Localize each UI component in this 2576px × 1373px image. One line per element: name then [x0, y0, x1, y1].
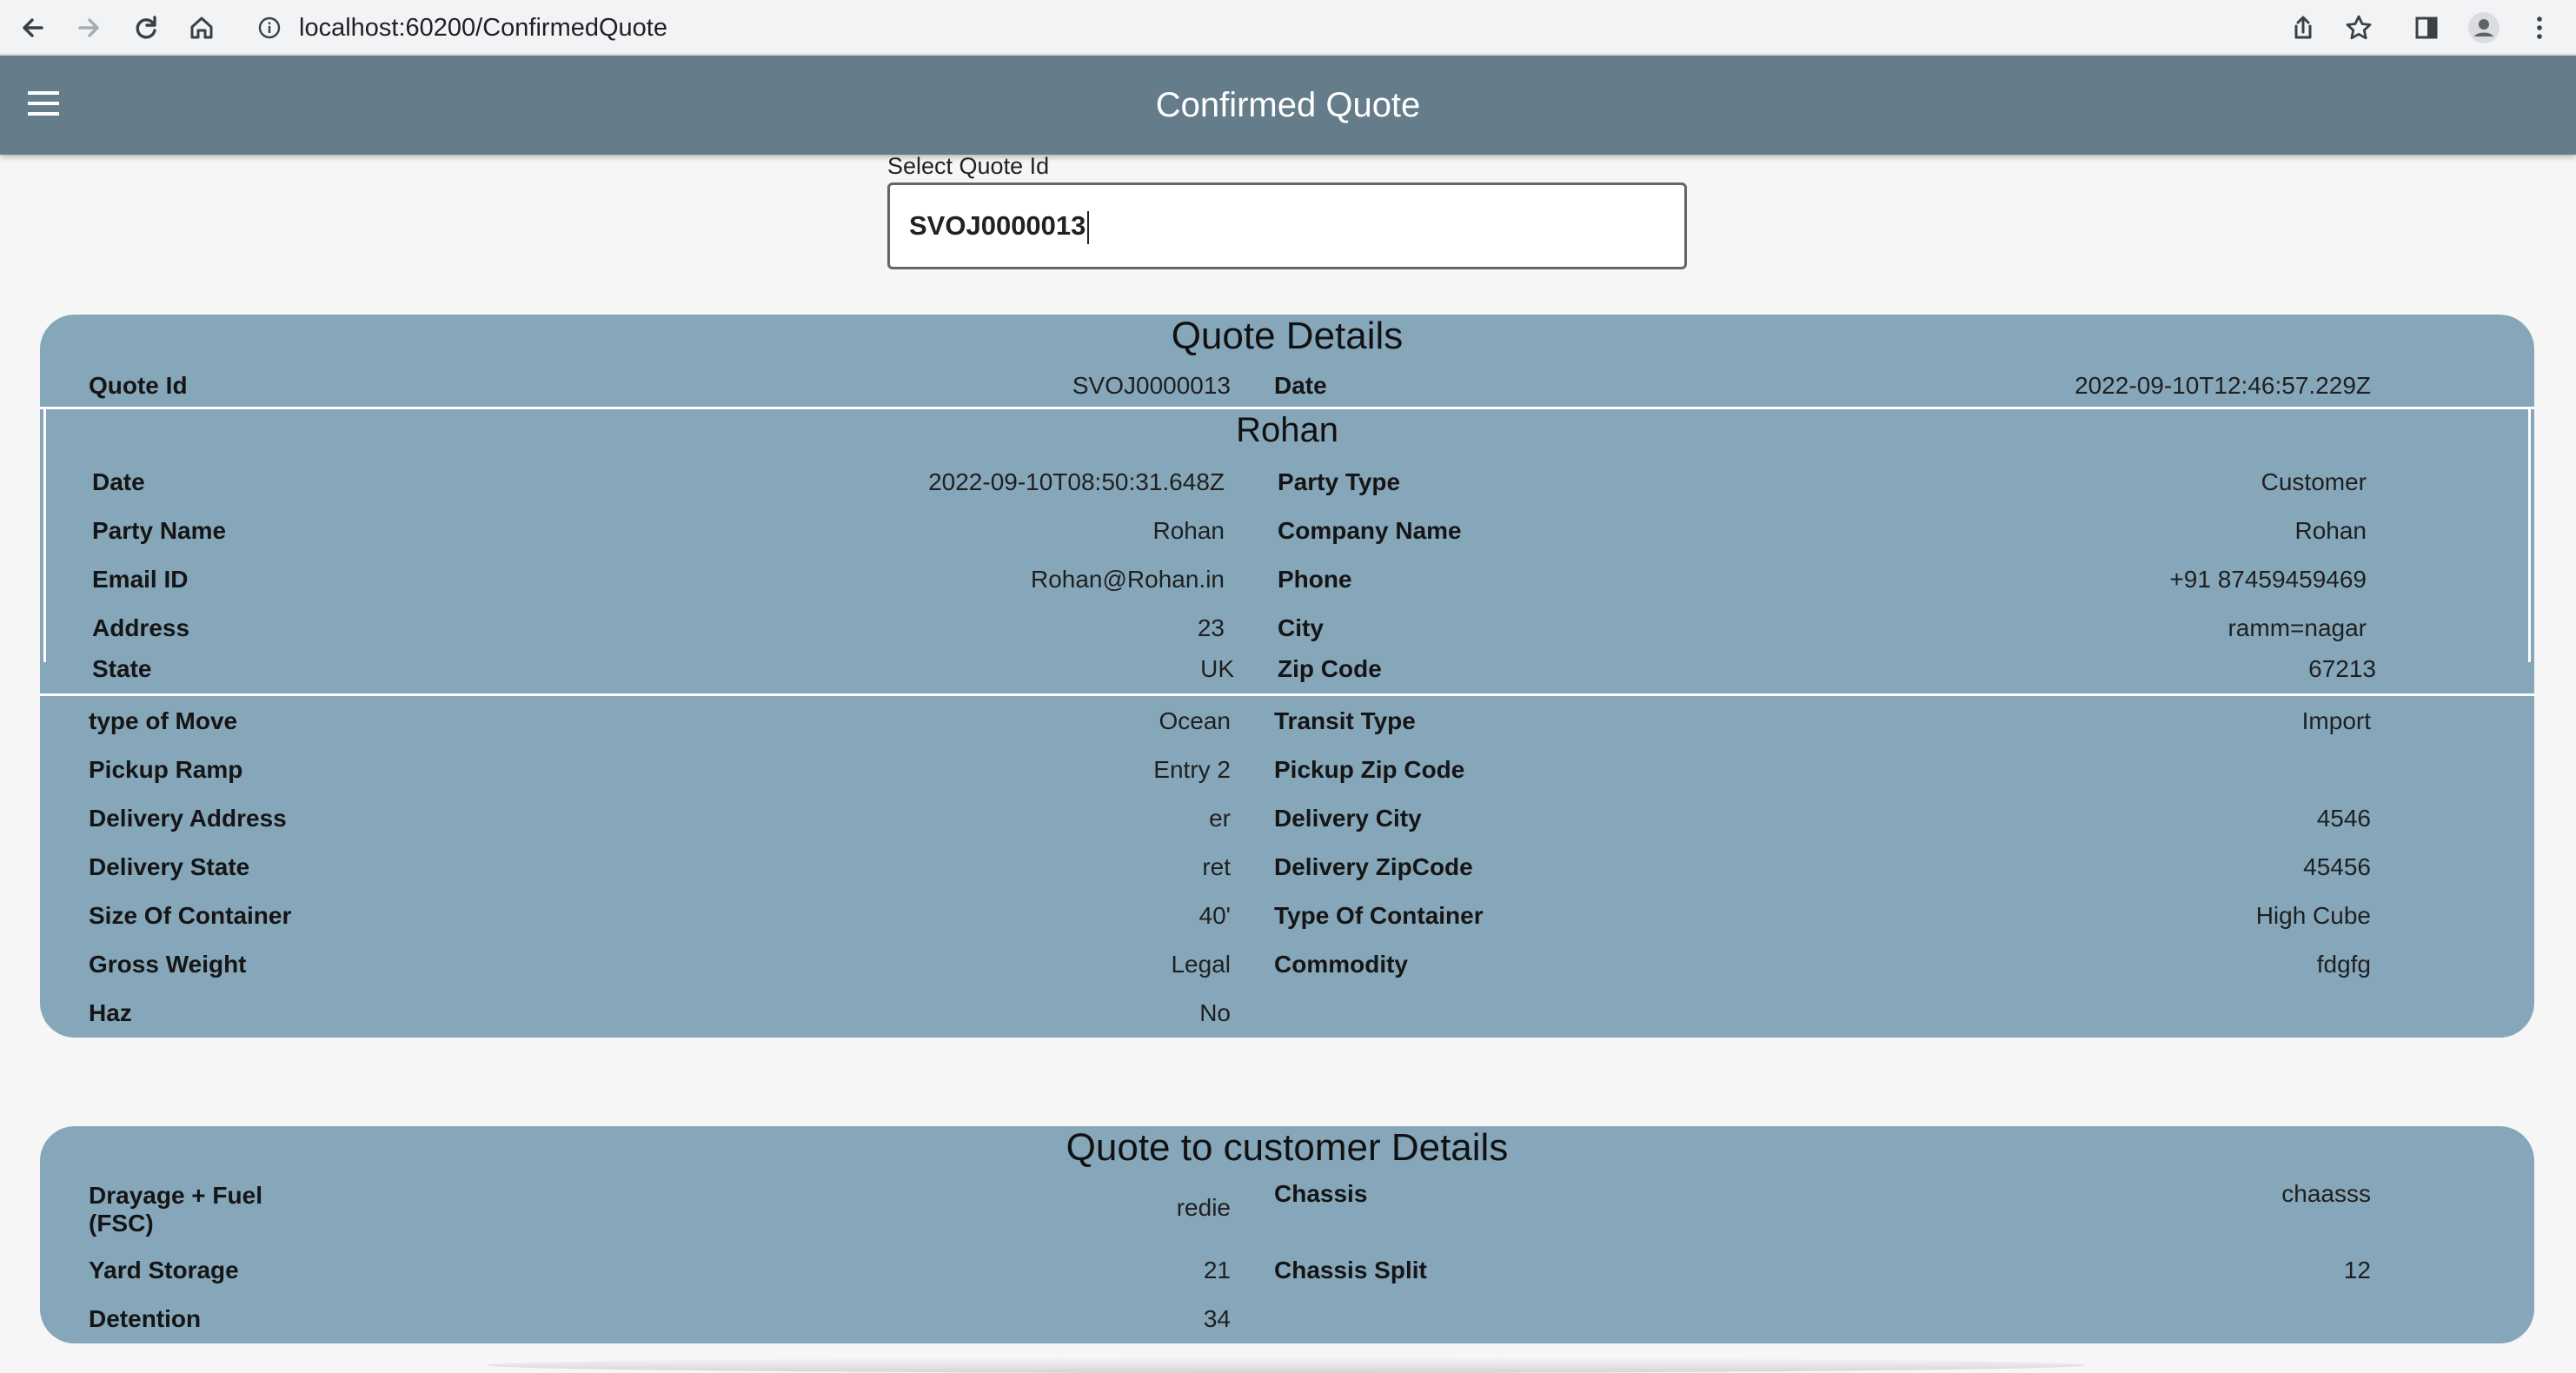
customer-details-title: Quote to customer Details [1066, 1126, 1509, 1169]
move-field-label: Delivery Address [89, 805, 287, 832]
move-field-value: 40' [1198, 902, 1232, 929]
party-field-value: 67213 [2308, 655, 2376, 682]
charge-label: Chassis Split [1274, 1257, 1427, 1283]
charge-label: Detention [89, 1305, 202, 1332]
party-field-value: 23 [1197, 614, 1225, 641]
move-field-value: Ocean [1159, 707, 1232, 734]
move-field-value: No [1199, 999, 1231, 1026]
charge-label: Chassis [1274, 1180, 1368, 1207]
party-field-value: Rohan@Rohan.in [1030, 566, 1225, 593]
move-field-value: 45456 [2303, 853, 2371, 880]
text-caret [1087, 210, 1090, 244]
address-bar[interactable]: localhost:60200/ConfirmedQuote [242, 5, 2267, 50]
star-icon[interactable] [2336, 5, 2381, 50]
quote-id-value: SVOJ0000013 [909, 210, 1086, 241]
profile-icon[interactable] [2461, 5, 2506, 50]
quote-id-row-value: SVOJ0000013 [1072, 372, 1231, 399]
party-field-value: ramm=nagar [2227, 614, 2367, 641]
charge-value: redie [1176, 1194, 1231, 1221]
move-field-label: Transit Type [1274, 707, 1416, 734]
party-field-label: Zip Code [1278, 655, 1382, 682]
kebab-icon[interactable] [2517, 5, 2562, 50]
party-field-label: State [92, 655, 152, 682]
quote-id-label: Select Quote Id [887, 153, 1050, 179]
move-field-label: Pickup Zip Code [1274, 756, 1465, 783]
party-field-value: Rohan [1152, 517, 1225, 544]
move-field-label: Haz [89, 999, 132, 1026]
charge-label: Drayage + Fuel (FSC) [89, 1182, 262, 1237]
share-icon[interactable] [2281, 5, 2326, 50]
move-field-label: Delivery City [1274, 805, 1422, 832]
move-field-value: fdgfg [2316, 951, 2371, 978]
reload-icon[interactable] [123, 5, 169, 50]
party-field-label: Party Name [92, 517, 227, 544]
party-field-value: Customer [2261, 468, 2367, 495]
move-field-value: High Cube [2255, 902, 2371, 929]
quote-id-row-label: Quote Id [89, 372, 188, 399]
page-title: Confirmed Quote [1155, 86, 1421, 124]
party-field-label: Date [92, 468, 145, 495]
move-field-value: Entry 2 [1153, 756, 1231, 783]
party-field-value: Rohan [2294, 517, 2367, 544]
customer-details-card: Quote to customer Details Drayage + Fuel… [40, 1126, 2534, 1343]
move-field-label: Type Of Container [1274, 902, 1484, 929]
move-field-value: er [1209, 805, 1231, 832]
scroll-shadow [487, 1357, 2086, 1373]
move-field-value: 4546 [2316, 805, 2371, 832]
info-icon[interactable] [257, 16, 282, 40]
party-field-label: Address [92, 614, 190, 641]
charge-label: Yard Storage [89, 1257, 239, 1283]
party-field-value: UK [1200, 655, 1234, 682]
party-field-value: 2022-09-10T08:50:31.648Z [928, 468, 1225, 495]
section-divider [40, 693, 2534, 696]
move-field-value: Legal [1171, 951, 1231, 978]
quote-details-card: Quote Details Quote Id SVOJ0000013 Date … [40, 315, 2534, 1038]
move-field-value: Import [2301, 707, 2371, 734]
charge-label-line: (FSC) [89, 1210, 154, 1237]
charge-label-line: Drayage + Fuel [89, 1182, 262, 1209]
move-field-label: Delivery State [89, 853, 250, 880]
charge-value: 12 [2343, 1257, 2371, 1283]
quote-date-value: 2022-09-10T12:46:57.229Z [2075, 372, 2371, 399]
home-icon[interactable] [179, 5, 224, 50]
charge-value: 21 [1203, 1257, 1231, 1283]
move-field-value: ret [1202, 853, 1231, 880]
party-field-value: +91 87459459469 [2169, 566, 2367, 593]
party-field-label: Company Name [1278, 517, 1462, 544]
move-field-label: Gross Weight [89, 951, 247, 978]
party-field-label: Phone [1278, 566, 1352, 593]
move-field-label: Size Of Container [89, 902, 292, 929]
side-panel-icon[interactable] [2404, 5, 2449, 50]
party-field-label: City [1278, 614, 1324, 641]
party-field-label: Email ID [92, 566, 189, 593]
quote-date-label: Date [1274, 372, 1327, 399]
party-section: Rohan Date 2022-09-10T08:50:31.648Z Part… [43, 409, 2531, 662]
charge-value: 34 [1203, 1305, 1231, 1332]
browser-toolbar: localhost:60200/ConfirmedQuote [0, 0, 2576, 56]
back-icon[interactable] [10, 5, 56, 50]
quote-id-input[interactable]: SVOJ0000013 [887, 182, 1687, 269]
charge-value: chaasss [2281, 1180, 2371, 1207]
app-bar: Confirmed Quote [0, 56, 2576, 155]
party-field-label: Party Type [1278, 468, 1401, 495]
move-field-label: Commodity [1274, 951, 1408, 978]
forward-icon[interactable] [66, 5, 111, 50]
url-text: localhost:60200/ConfirmedQuote [299, 14, 667, 42]
party-title: Rohan [1236, 411, 1338, 449]
quote-details-title: Quote Details [1171, 315, 1404, 357]
move-field-label: Pickup Ramp [89, 756, 243, 783]
move-field-label: type of Move [89, 707, 238, 734]
move-field-label: Delivery ZipCode [1274, 853, 1473, 880]
